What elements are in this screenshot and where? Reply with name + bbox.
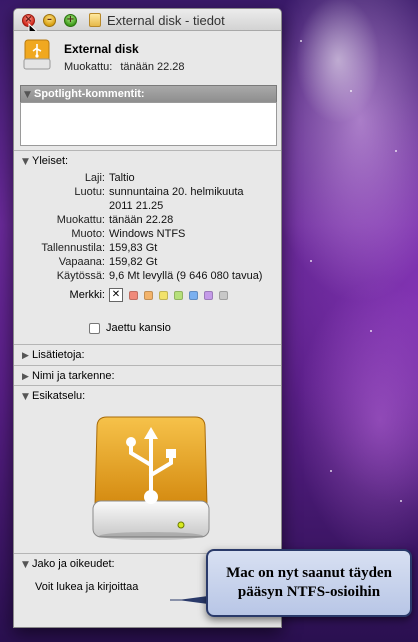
callout-line-2: pääsyn NTFS-osioihin [237,584,381,600]
general-section-header[interactable]: ▼ Yleiset: [14,151,281,171]
label-color-orange[interactable] [144,290,153,300]
zoom-button[interactable]: + [64,14,77,27]
disclosure-closed-icon: ▶ [22,372,29,382]
usb-drive-preview-icon [92,416,210,540]
window-title: External disk - tiedot [107,13,225,28]
info-value: 159,82 Gt [109,256,158,268]
spotlight-comments-field[interactable] [20,102,277,146]
info-row-kind: Laji: Taltio [14,171,281,185]
info-key: Laji: [84,172,105,184]
spotlight-section-header[interactable]: ▼ Spotlight-kommentit: [20,85,277,102]
info-value: tänään 22.28 [109,214,174,226]
info-key: Käytössä: [56,270,105,282]
external-drive-icon [23,39,51,70]
callout-arrow-icon [170,596,208,604]
info-key: Muokattu: [56,214,105,226]
label-picker: Merkki: ✕ [14,286,281,304]
label-color-green[interactable] [174,290,183,300]
modified-value: tänään 22.28 [120,61,185,73]
disk-icon [89,13,101,27]
star [400,500,402,502]
info-value: Windows NTFS [109,228,186,240]
info-row-used: Käytössä: 9,6 Mt levyllä (9 646 080 tavua… [14,269,281,283]
preview-section-header[interactable]: ▼ Esikatselu: [14,385,281,405]
info-row-format: Muoto: Windows NTFS [14,227,281,241]
sharing-label: Jako ja oikeudet: [32,558,115,570]
modified-label: Muokattu: [64,61,113,73]
modified-line: Muokattu: tänään 22.28 [64,61,193,73]
volume-name: External disk [64,42,139,56]
star [370,330,372,332]
more-info-label: Lisätietoja: [32,349,85,361]
star [395,150,397,152]
zoom-icon: + [66,14,75,25]
info-row-capacity: Tallennustila: 159,83 Gt [14,241,281,255]
info-key: Muoto: [71,228,105,240]
info-value: sunnuntaina 20. helmikuuta 2011 21.25 [109,186,244,212]
disclosure-open-icon: ▼ [22,560,29,570]
star [300,40,302,42]
callout-line-1: Mac on nyt saanut täyden [226,565,392,581]
label-color-red[interactable] [129,290,138,300]
label-key: Merkki: [69,289,105,301]
annotation-callout: Mac on nyt saanut täyden pääsyn NTFS-osi… [206,549,412,617]
disclosure-open-icon: ▼ [22,157,29,167]
info-window: × – + External disk - tiedot External di… [13,8,282,628]
info-row-created: Luotu: sunnuntaina 20. helmikuuta 2011 21… [14,185,281,213]
info-key: Tallennustila: [41,242,105,254]
label-color-gray[interactable] [219,290,228,300]
info-value: Taltio [109,172,135,184]
disclosure-open-icon: ▼ [24,90,31,100]
disclosure-open-icon: ▼ [22,392,29,402]
spotlight-label: Spotlight-kommentit: [34,88,145,100]
star [350,90,352,92]
minimize-icon: – [47,14,52,25]
preview-label: Esikatselu: [32,390,86,402]
name-ext-section-header[interactable]: ▶ Nimi ja tarkenne: [14,365,281,385]
minimize-button[interactable]: – [43,14,56,27]
no-label-x-icon[interactable]: ✕ [109,288,123,302]
info-key: Vapaana: [58,256,105,268]
general-info: Laji: Taltio Luotu: sunnuntaina 20. helmik… [14,171,281,336]
star [330,470,332,472]
shared-folder-option[interactable]: Jaettu kansio [89,320,281,336]
name-ext-label: Nimi ja tarkenne: [32,370,115,382]
shared-folder-checkbox[interactable] [89,322,100,334]
info-value: 159,83 Gt [109,242,158,254]
more-info-section-header[interactable]: ▶ Lisätietoja: [14,345,281,365]
info-value: 9,6 Mt levyllä (9 646 080 tavua) [109,270,263,282]
label-color-yellow[interactable] [159,290,168,300]
preview-area [14,405,281,553]
shared-folder-label: Jaettu kansio [106,322,171,334]
info-row-available: Vapaana: 159,82 Gt [14,255,281,269]
title-bar[interactable]: × – + External disk - tiedot [14,9,281,41]
info-key: Luotu: [74,186,105,198]
star [310,260,312,262]
info-row-modified: Muokattu: tänään 22.28 [14,213,281,227]
label-color-purple[interactable] [204,290,213,300]
info-header: External disk Muokattu: tänään 22.28 [14,31,281,79]
label-color-blue[interactable] [189,290,198,300]
general-label: Yleiset: [32,155,69,167]
disclosure-closed-icon: ▶ [22,351,29,361]
